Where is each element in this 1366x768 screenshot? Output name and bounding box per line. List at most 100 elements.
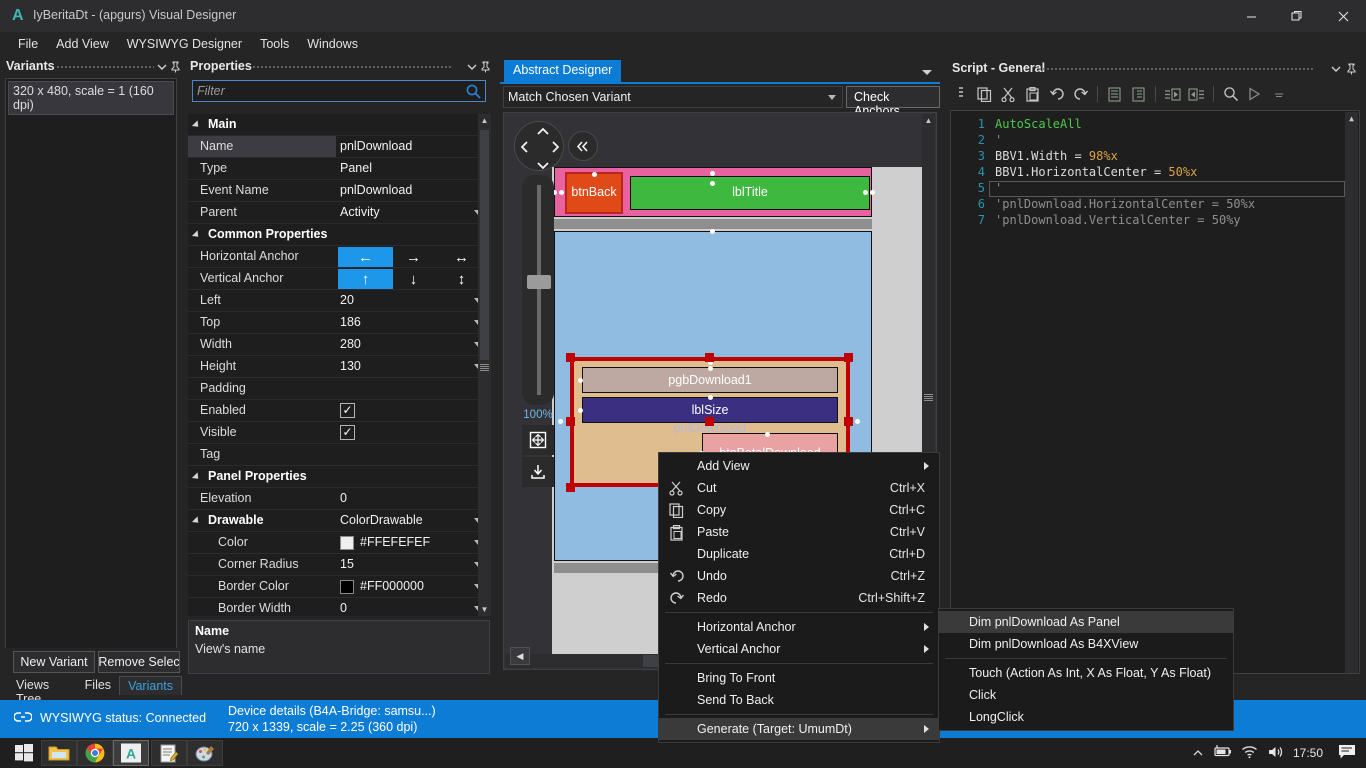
context-menu[interactable]: Add ViewCutCtrl+XCopyCtrl+CPasteCtrl+VDu… xyxy=(658,452,940,743)
property-row[interactable]: Width280 xyxy=(188,334,490,356)
property-row[interactable]: Elevation0 xyxy=(188,488,490,510)
submenu-item[interactable]: LongClick xyxy=(939,706,1233,728)
resize-handle-c[interactable] xyxy=(705,417,714,426)
line-code[interactable]: ' xyxy=(995,133,1002,147)
property-row[interactable]: Padding xyxy=(188,378,490,400)
chevron-down-icon[interactable] xyxy=(828,95,836,100)
search-icon[interactable] xyxy=(465,83,482,100)
property-row[interactable]: Main xyxy=(188,114,490,136)
resize-handle-nw[interactable] xyxy=(566,353,575,362)
battery-icon[interactable] xyxy=(1212,745,1232,761)
view-pnlHeader[interactable]: pnlHeader lblTitle btnBack xyxy=(554,167,872,217)
color-swatch[interactable] xyxy=(340,536,354,550)
property-row[interactable]: Tag xyxy=(188,444,490,466)
line-code[interactable]: 'pnlDownload.HorizontalCenter = 50%x xyxy=(995,197,1255,211)
property-row[interactable]: Border Color#FF000000 xyxy=(188,576,490,598)
view-pgbDownload1[interactable]: pgbDownload1 xyxy=(582,367,838,393)
property-row[interactable]: Corner Radius15 xyxy=(188,554,490,576)
property-row[interactable]: Common Properties xyxy=(188,224,490,246)
fit-to-screen-icon[interactable] xyxy=(522,425,554,455)
pin-icon[interactable] xyxy=(1344,62,1358,76)
property-row[interactable]: DrawableColorDrawable xyxy=(188,510,490,532)
menu-wysiwyg-designer[interactable]: WYSIWYG Designer xyxy=(118,34,251,54)
cut-icon[interactable] xyxy=(998,84,1019,105)
properties-drag-grip[interactable] xyxy=(252,65,452,70)
view-btnBack[interactable]: btnBack xyxy=(565,172,623,214)
resize-handle-ne[interactable] xyxy=(844,353,853,362)
indent-icon[interactable] xyxy=(1162,84,1183,105)
run-icon[interactable] xyxy=(1244,84,1265,105)
outdent-icon[interactable] xyxy=(1186,84,1207,105)
editor-line[interactable]: 3BBV1.Width = 98%x xyxy=(951,149,1359,165)
zoom-slider[interactable] xyxy=(522,175,554,405)
generate-submenu[interactable]: Dim pnlDownload As PanelDim pnlDownload … xyxy=(938,608,1234,731)
chevron-down-icon[interactable] xyxy=(1329,62,1343,76)
context-menu-item[interactable]: CutCtrl+X xyxy=(659,477,939,499)
menu-tools[interactable]: Tools xyxy=(251,34,298,54)
property-value[interactable]: #FFEFEFEF xyxy=(360,535,430,549)
scroll-left-icon[interactable]: ◀ xyxy=(510,647,530,665)
maximize-button[interactable] xyxy=(1274,0,1320,32)
editor-line[interactable]: 7'pnlDownload.VerticalCenter = 50%y xyxy=(951,213,1359,229)
script-editor[interactable]: 1AutoScaleAll2'3BBV1.Width = 98%x4BBV1.H… xyxy=(950,110,1360,674)
scroll-up-icon[interactable]: ▲ xyxy=(922,114,935,127)
context-menu-item[interactable]: PasteCtrl+V xyxy=(659,521,939,543)
save-layout-icon[interactable] xyxy=(522,457,554,487)
property-value[interactable]: 0 xyxy=(340,491,347,505)
scroll-up-icon[interactable]: ▲ xyxy=(1345,112,1358,125)
property-row[interactable]: ParentActivity xyxy=(188,202,490,224)
volume-icon[interactable] xyxy=(1267,745,1284,762)
anchor-option-0[interactable]: ← xyxy=(338,247,393,267)
find-icon[interactable] xyxy=(1220,84,1241,105)
collapse-left-icon[interactable] xyxy=(568,131,598,161)
menu-file[interactable]: File xyxy=(9,34,47,54)
redo-icon[interactable] xyxy=(1070,84,1091,105)
editor-line[interactable]: 6'pnlDownload.HorizontalCenter = 50%x xyxy=(951,197,1359,213)
context-menu-item[interactable]: Bring To Front xyxy=(659,667,939,689)
property-row[interactable]: Border Width0 xyxy=(188,598,490,616)
property-value[interactable]: ColorDrawable xyxy=(340,513,423,527)
zoom-thumb[interactable] xyxy=(527,275,551,289)
pin-icon[interactable] xyxy=(168,60,182,74)
expander-icon[interactable] xyxy=(192,230,201,239)
minimize-button[interactable] xyxy=(1228,0,1274,32)
submenu-item[interactable]: Dim pnlDownload As B4XView xyxy=(939,633,1233,655)
property-value[interactable]: Activity xyxy=(340,205,380,219)
property-value[interactable]: Panel xyxy=(340,161,372,175)
property-row[interactable]: Color#FFEFEFEF xyxy=(188,532,490,554)
tab-variants[interactable]: Variants xyxy=(119,676,182,695)
context-menu-item[interactable]: Vertical Anchor xyxy=(659,638,939,660)
context-menu-item[interactable]: Generate (Target: UmumDt) xyxy=(659,718,939,740)
variant-item[interactable]: 320 x 480, scale = 1 (160 dpi) xyxy=(8,81,174,115)
anchor-option-1[interactable]: ↓ xyxy=(386,269,441,289)
expander-icon[interactable] xyxy=(192,472,201,481)
property-value[interactable]: pnlDownload xyxy=(340,183,412,197)
undo-icon[interactable] xyxy=(1046,84,1067,105)
property-value[interactable]: 20 xyxy=(340,293,354,307)
new-variant-button[interactable]: New Variant xyxy=(13,651,95,673)
scroll-down-icon[interactable]: ▼ xyxy=(478,603,491,616)
chrome-icon[interactable] xyxy=(77,740,113,766)
variants-drag-grip[interactable] xyxy=(56,65,154,70)
variant-select[interactable]: Match Chosen Variant xyxy=(503,86,843,108)
scrollbar-grip[interactable] xyxy=(480,364,489,371)
run-dropdown-icon[interactable] xyxy=(1268,84,1289,105)
property-row[interactable]: Height130 xyxy=(188,356,490,378)
chevron-down-icon[interactable] xyxy=(155,60,169,74)
properties-scrollbar[interactable]: ▲ ▼ xyxy=(478,114,491,616)
property-row[interactable]: Visible✓ xyxy=(188,422,490,444)
editor-scrollbar[interactable]: ▲ xyxy=(1345,112,1358,674)
property-row[interactable]: Event NamepnlDownload xyxy=(188,180,490,202)
copy-icon[interactable] xyxy=(974,84,995,105)
property-row[interactable]: Horizontal Anchor←→↔ xyxy=(188,246,490,268)
submenu-item[interactable]: Click xyxy=(939,684,1233,706)
property-value[interactable]: 15 xyxy=(340,557,354,571)
property-row[interactable]: Top186 xyxy=(188,312,490,334)
windows-start-icon[interactable] xyxy=(4,740,44,766)
comment-icon[interactable] xyxy=(1104,84,1125,105)
notifications-icon[interactable] xyxy=(1338,744,1356,763)
line-code[interactable]: BBV1.HorizontalCenter = 50%x xyxy=(995,165,1197,179)
property-row[interactable]: TypePanel xyxy=(188,158,490,180)
color-swatch[interactable] xyxy=(340,580,354,594)
tab-files[interactable]: Files xyxy=(77,676,119,694)
